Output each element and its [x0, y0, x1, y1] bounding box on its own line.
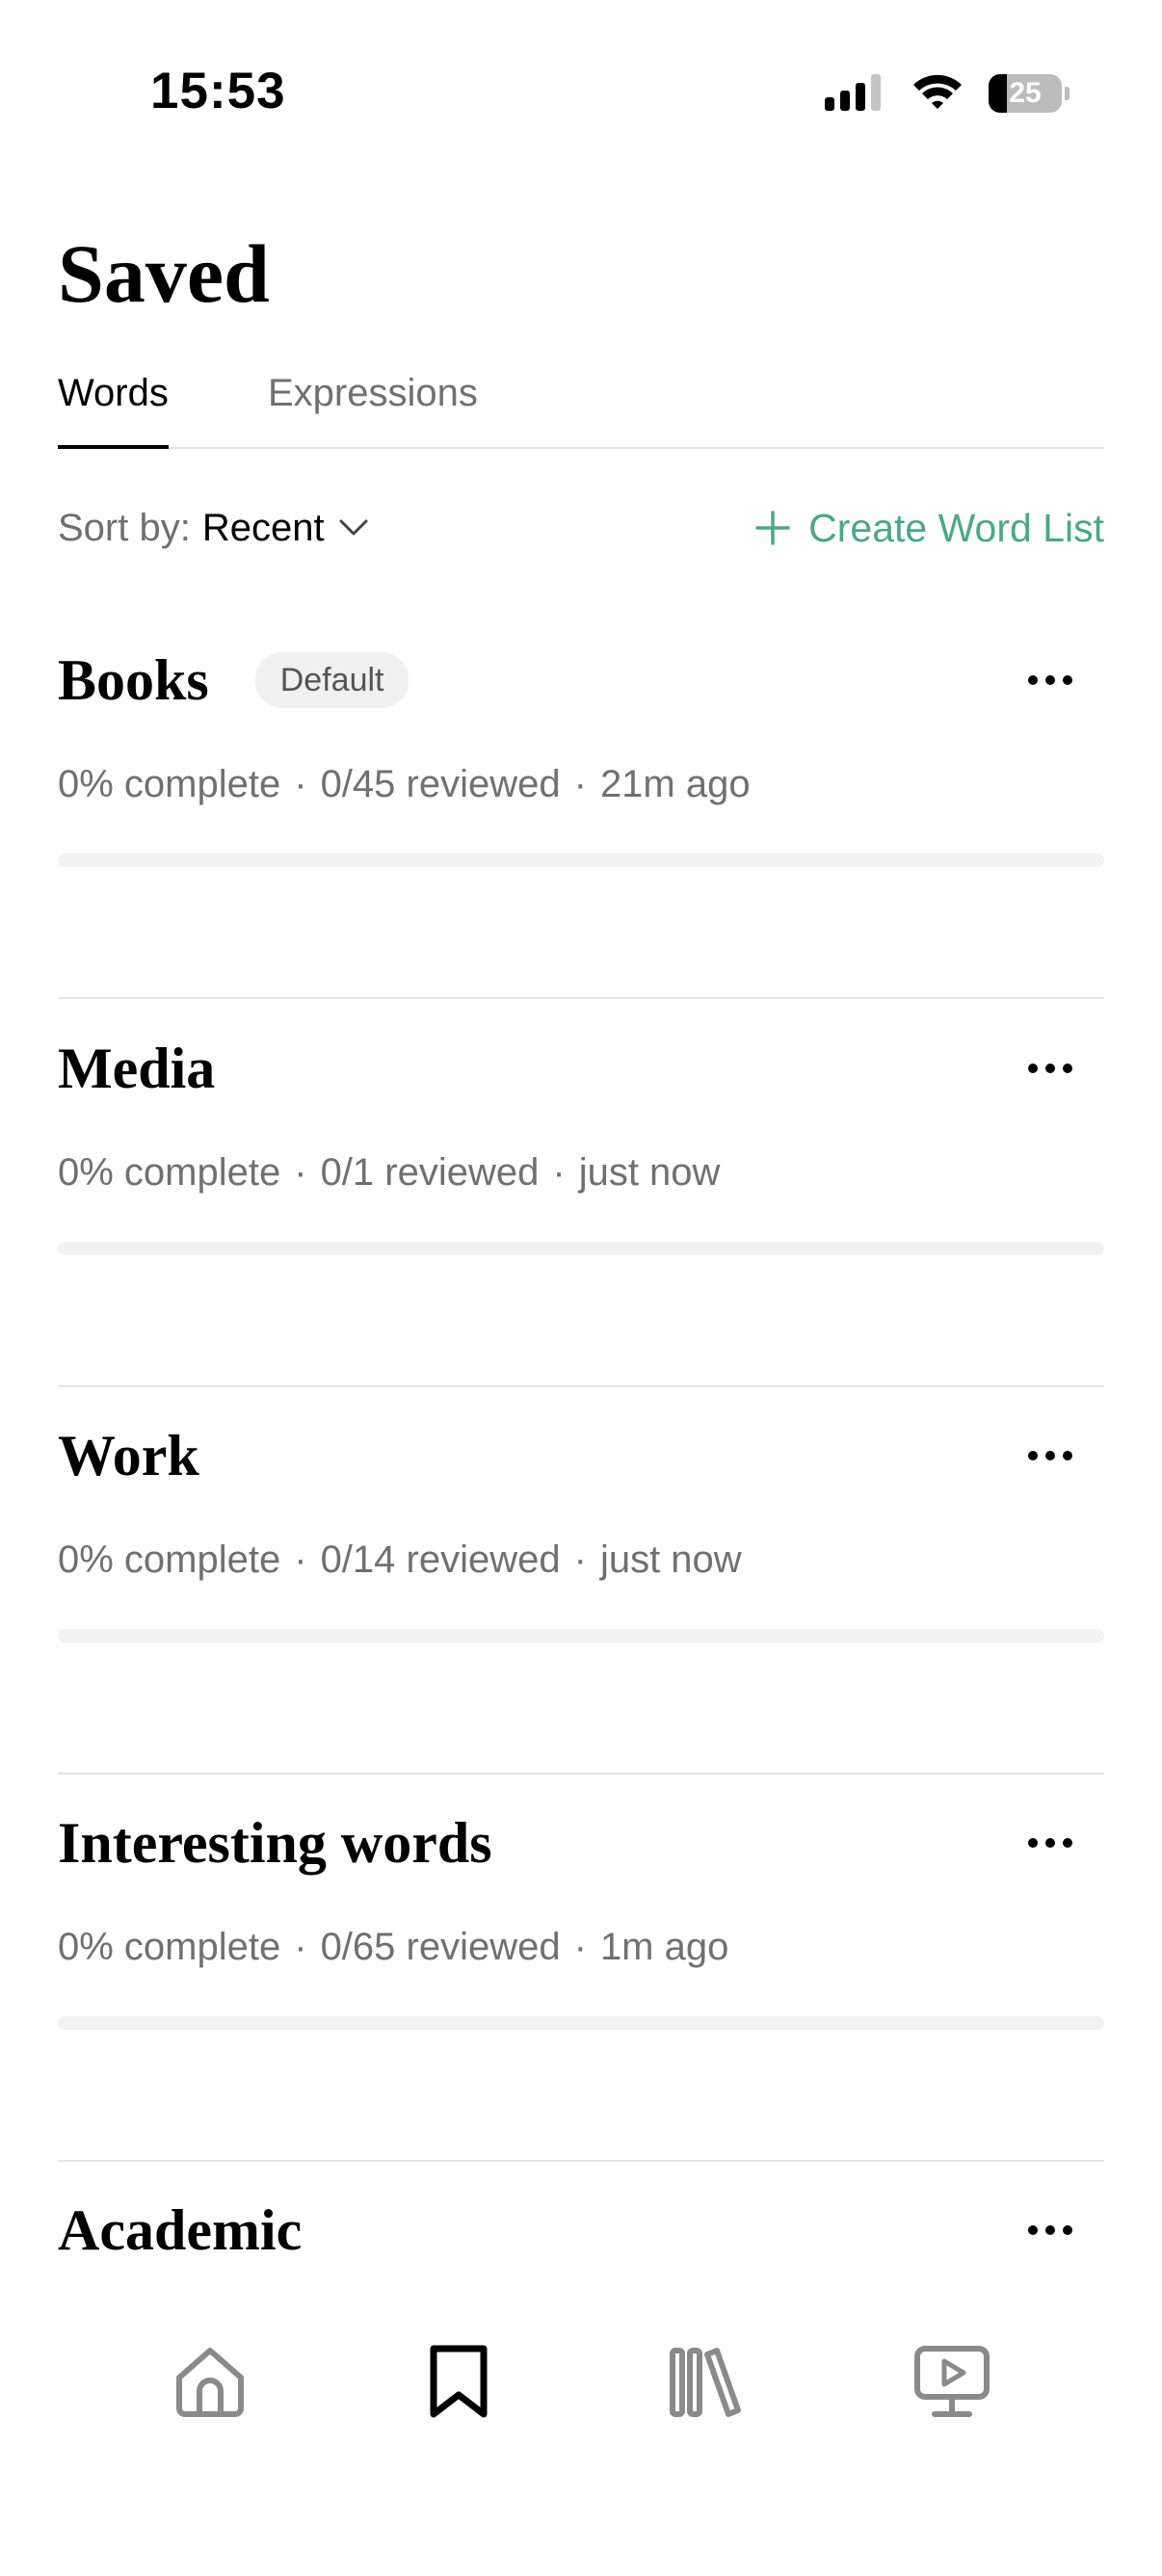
tab-expressions[interactable]: Expressions: [268, 364, 478, 447]
word-list-title: Interesting words: [58, 1810, 492, 1875]
updated-text: just now: [578, 1150, 721, 1194]
page-title: Saved: [58, 227, 270, 320]
word-list-title: Media: [58, 1036, 216, 1100]
divider: [58, 1773, 1104, 1774]
reviewed-text: 0/65 reviewed: [320, 1925, 561, 1968]
tab-words[interactable]: Words: [58, 364, 169, 449]
separator-dot: ·: [552, 1150, 566, 1194]
battery-level: 25: [1009, 77, 1042, 109]
progress-bar: [58, 1629, 1104, 1643]
word-list-item[interactable]: Media 0% complete · 0/1 reviewed · just …: [58, 1026, 1104, 1414]
separator-dot: ·: [294, 762, 307, 805]
status-icons: 25: [825, 69, 1070, 118]
word-list-meta: 0% complete · 0/1 reviewed · just now: [58, 1143, 720, 1201]
word-list-title: Books: [58, 647, 209, 712]
updated-text: 1m ago: [599, 1925, 729, 1968]
home-icon: [172, 2343, 249, 2425]
nav-saved[interactable]: [412, 2337, 505, 2430]
progress-bar: [58, 1242, 1104, 1255]
divider: [58, 997, 1104, 999]
create-word-list-button[interactable]: Create Word List: [754, 493, 1104, 563]
wifi-icon: [911, 72, 964, 116]
divider: [58, 1385, 1104, 1387]
completion-text: 0% complete: [58, 1538, 281, 1581]
word-list-title: Work: [58, 1423, 199, 1487]
reviewed-text: 0/45 reviewed: [320, 762, 561, 805]
progress-bar: [58, 2016, 1104, 2030]
list-toolbar: Sort by: Recent Create Word List: [58, 493, 1104, 563]
status-bar: 15:53 25: [0, 0, 1162, 183]
word-list-meta: 0% complete · 0/45 reviewed · 21m ago: [58, 755, 751, 813]
sort-value: Recent: [201, 506, 325, 549]
chevron-down-icon: [338, 518, 369, 538]
separator-dot: ·: [294, 1538, 307, 1581]
sort-dropdown[interactable]: Sort by: Recent: [58, 493, 369, 563]
nav-videos[interactable]: [906, 2337, 998, 2430]
separator-dot: ·: [294, 1925, 307, 1968]
nav-library[interactable]: [659, 2337, 752, 2430]
library-icon: [667, 2343, 744, 2425]
reviewed-text: 0/1 reviewed: [320, 1150, 540, 1194]
cellular-signal-icon: [825, 72, 886, 116]
word-list-meta: 0% complete · 0/65 reviewed · 1m ago: [58, 1918, 728, 1976]
nav-home[interactable]: [164, 2337, 256, 2430]
reviewed-text: 0/14 reviewed: [320, 1538, 561, 1581]
plus-icon: [754, 510, 791, 546]
word-list-item[interactable]: Books Default 0% complete · 0/45 reviewe…: [58, 638, 1104, 1026]
more-options-icon[interactable]: [1016, 2211, 1085, 2249]
more-options-icon[interactable]: [1016, 1436, 1085, 1475]
separator-dot: ·: [294, 1150, 307, 1194]
separator-dot: ·: [573, 1538, 587, 1581]
word-list-title: Academic: [58, 2197, 303, 2262]
default-badge: Default: [254, 652, 409, 708]
more-options-icon[interactable]: [1016, 1824, 1085, 1862]
progress-bar: [58, 854, 1104, 867]
sort-label: Sort by:: [58, 506, 191, 549]
video-player-icon: [913, 2343, 990, 2425]
completion-text: 0% complete: [58, 1925, 281, 1968]
battery-icon: 25: [989, 74, 1070, 113]
completion-text: 0% complete: [58, 762, 281, 805]
word-list-meta: 0% complete · 0/14 reviewed · just now: [58, 1531, 742, 1589]
separator-dot: ·: [573, 762, 587, 805]
bottom-nav: [0, 2283, 1162, 2526]
updated-text: 21m ago: [599, 762, 751, 805]
updated-text: just now: [599, 1538, 742, 1581]
bookmark-icon: [420, 2343, 497, 2425]
status-time: 15:53: [150, 63, 286, 119]
more-options-icon[interactable]: [1016, 661, 1085, 699]
more-options-icon[interactable]: [1016, 1049, 1085, 1088]
word-list-item[interactable]: Work 0% complete · 0/14 reviewed · just …: [58, 1413, 1104, 1801]
separator-dot: ·: [573, 1925, 587, 1968]
create-word-list-label: Create Word List: [808, 505, 1104, 550]
divider: [58, 2160, 1104, 2162]
completion-text: 0% complete: [58, 1150, 281, 1194]
tab-bar-top: Words Expressions: [58, 364, 1104, 449]
word-list-item[interactable]: Interesting words 0% complete · 0/65 rev…: [58, 1801, 1104, 2189]
